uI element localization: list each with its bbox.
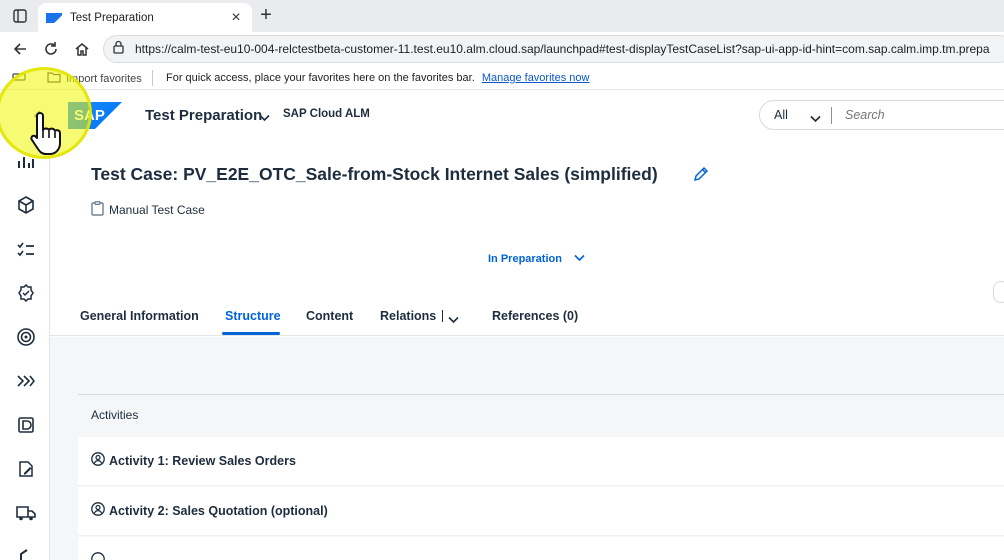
chevron-down-icon[interactable]: [574, 253, 585, 265]
person-icon: [91, 451, 105, 471]
page-title: Test Case: PV_E2E_OTC_Sale-from-Stock In…: [91, 164, 658, 184]
test-case-type: Manual Test Case: [91, 201, 205, 219]
sap-favicon-icon: [46, 12, 62, 23]
tab-relations-separator: [442, 310, 443, 322]
list-item[interactable]: Activity 1: Review Sales Orders: [78, 437, 1004, 486]
nav-item-checklist-icon[interactable]: [15, 238, 37, 260]
search-scope-select[interactable]: All: [774, 108, 788, 122]
tab-relations[interactable]: Relations: [380, 309, 436, 323]
address-bar[interactable]: https://calm-test-eu10-004-relctestbeta-…: [103, 35, 1004, 63]
person-icon: [91, 501, 105, 521]
nav-item-edit-doc-icon[interactable]: [15, 458, 37, 480]
hand-pointer-icon: [28, 110, 64, 161]
favorites-bar: Import favorites For quick access, place…: [0, 66, 1004, 90]
app-title[interactable]: Test Preparation: [145, 107, 262, 124]
tab-general-information[interactable]: General Information: [80, 309, 199, 323]
chevron-down-icon[interactable]: [259, 109, 270, 127]
activity-label: Activity 1: Review Sales Orders: [109, 454, 296, 468]
nav-item-truck-icon[interactable]: [15, 502, 37, 524]
tab-references[interactable]: References (0): [492, 309, 578, 323]
chevron-down-icon[interactable]: [810, 110, 821, 128]
activities-section-label: Activities: [91, 408, 139, 422]
shell-bar: SAP Test Preparation SAP Cloud ALM All: [0, 90, 1004, 140]
tab-structure[interactable]: Structure: [225, 309, 281, 323]
tab-actions-icon[interactable]: [8, 6, 32, 26]
search-input[interactable]: [845, 108, 1004, 122]
refresh-icon[interactable]: [41, 39, 61, 59]
favorites-separator: [152, 70, 153, 86]
new-tab-icon[interactable]: +: [256, 5, 276, 26]
object-tab-bar: General Information Structure Content Re…: [50, 296, 1004, 336]
url-text: https://calm-test-eu10-004-relctestbeta-…: [135, 42, 990, 56]
tab-content[interactable]: Content: [306, 309, 353, 323]
browser-tab-strip: Test Preparation × +: [0, 0, 1004, 32]
status-selector[interactable]: In Preparation: [488, 253, 585, 265]
section-divider: [78, 394, 1004, 395]
side-navigation: [0, 140, 50, 560]
edit-pencil-icon[interactable]: [693, 166, 709, 187]
nav-item-more-icon[interactable]: [15, 546, 37, 560]
nav-item-forward-icon[interactable]: [15, 370, 37, 392]
back-arrow-icon[interactable]: [10, 39, 30, 59]
browser-toolbar: https://calm-test-eu10-004-relctestbeta-…: [0, 32, 1004, 66]
home-icon[interactable]: [72, 39, 92, 59]
list-item[interactable]: [78, 537, 1004, 560]
nav-item-target-icon[interactable]: [15, 326, 37, 348]
clipboard-icon: [91, 201, 104, 219]
nav-item-document-icon[interactable]: [15, 414, 37, 436]
test-case-type-label: Manual Test Case: [109, 203, 205, 217]
browser-tab-title: Test Preparation: [70, 11, 154, 24]
activity-label: Activity 2: Sales Quotation (optional): [109, 504, 328, 518]
site-info-icon[interactable]: [112, 40, 125, 59]
chevron-down-icon[interactable]: [448, 311, 459, 329]
favorites-message-text: For quick access, place your favorites h…: [166, 72, 475, 84]
nav-item-box-icon[interactable]: [15, 194, 37, 216]
product-name: SAP Cloud ALM: [283, 108, 370, 120]
browser-tab[interactable]: Test Preparation ×: [38, 3, 252, 32]
close-icon[interactable]: ×: [228, 9, 244, 26]
nav-item-approval-icon[interactable]: [15, 282, 37, 304]
active-tab-indicator: [222, 332, 280, 335]
search-field[interactable]: All: [759, 100, 1004, 130]
search-divider: [831, 107, 832, 124]
favorites-message: For quick access, place your favorites h…: [166, 72, 589, 84]
manage-favorites-link[interactable]: Manage favorites now: [482, 72, 590, 84]
status-label: In Preparation: [488, 253, 562, 265]
person-icon: [91, 551, 105, 560]
list-item[interactable]: Activity 2: Sales Quotation (optional): [78, 487, 1004, 536]
